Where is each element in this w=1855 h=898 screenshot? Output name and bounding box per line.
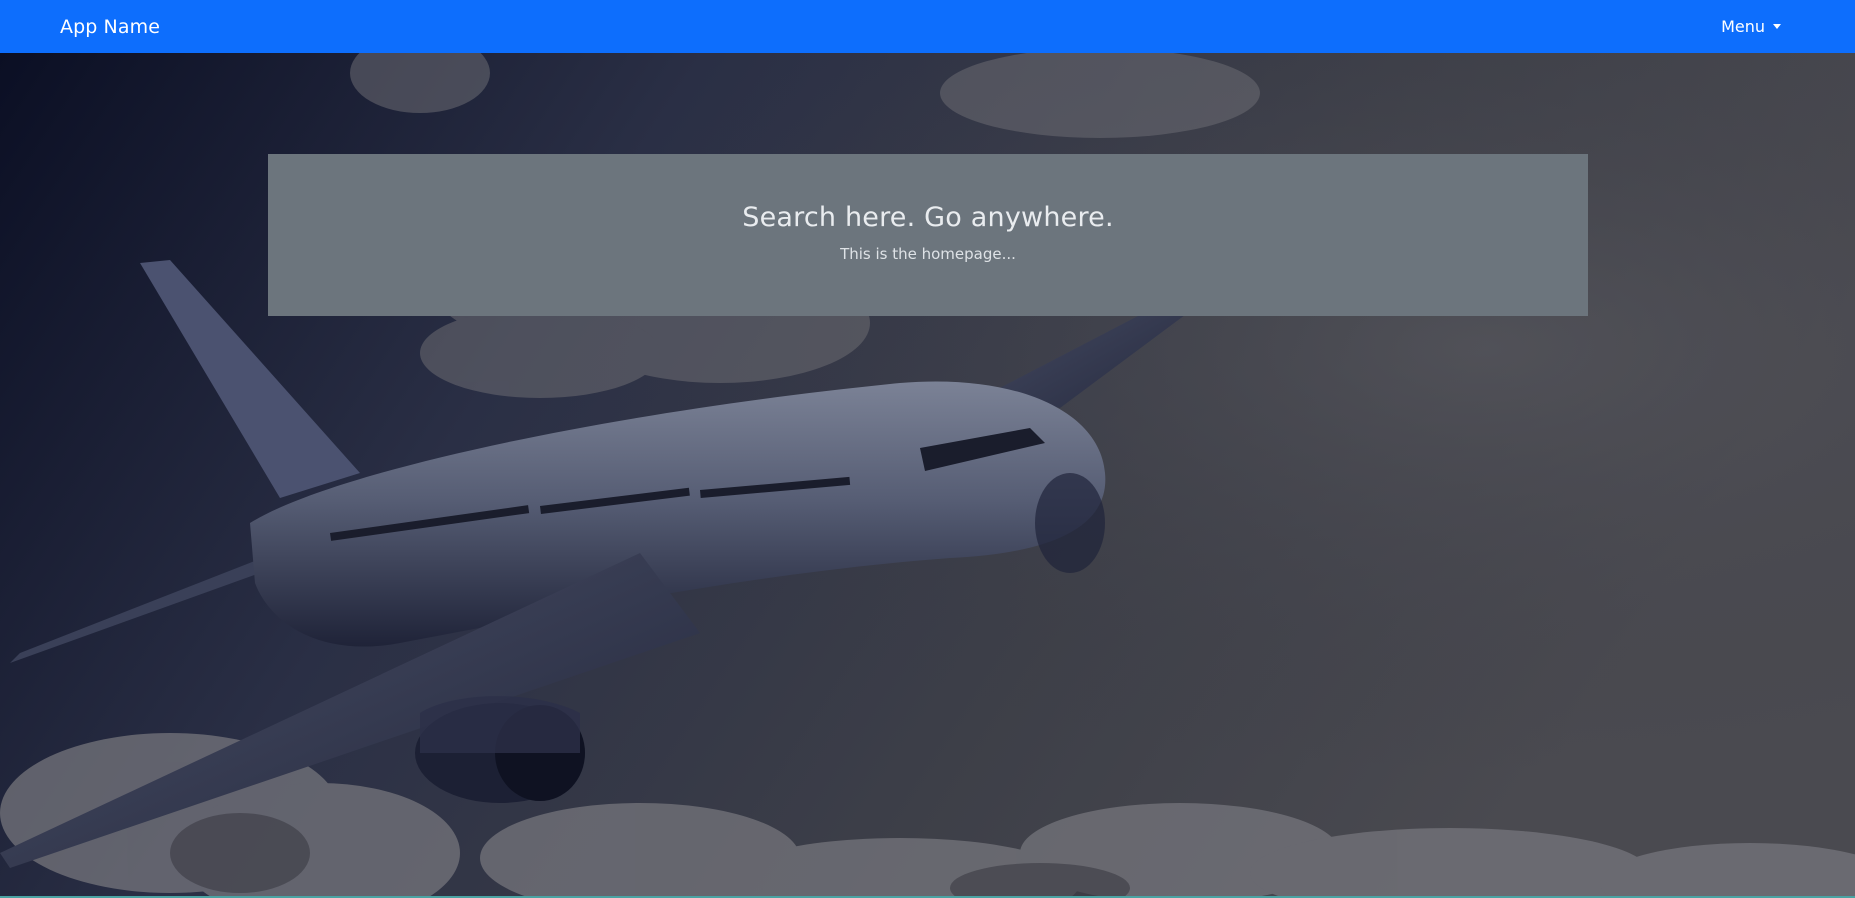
hero-title: Search here. Go anywhere.	[742, 202, 1114, 233]
hero-section: Search here. Go anywhere. This is the ho…	[0, 53, 1855, 898]
navbar: App Name Menu	[0, 0, 1855, 53]
hero-subtitle: This is the homepage...	[840, 245, 1016, 263]
menu-dropdown-toggle[interactable]: Menu	[1721, 17, 1781, 36]
chevron-down-icon	[1773, 24, 1781, 29]
brand-link[interactable]: App Name	[60, 16, 160, 38]
menu-label: Menu	[1721, 17, 1765, 36]
hero-jumbotron: Search here. Go anywhere. This is the ho…	[268, 154, 1588, 316]
